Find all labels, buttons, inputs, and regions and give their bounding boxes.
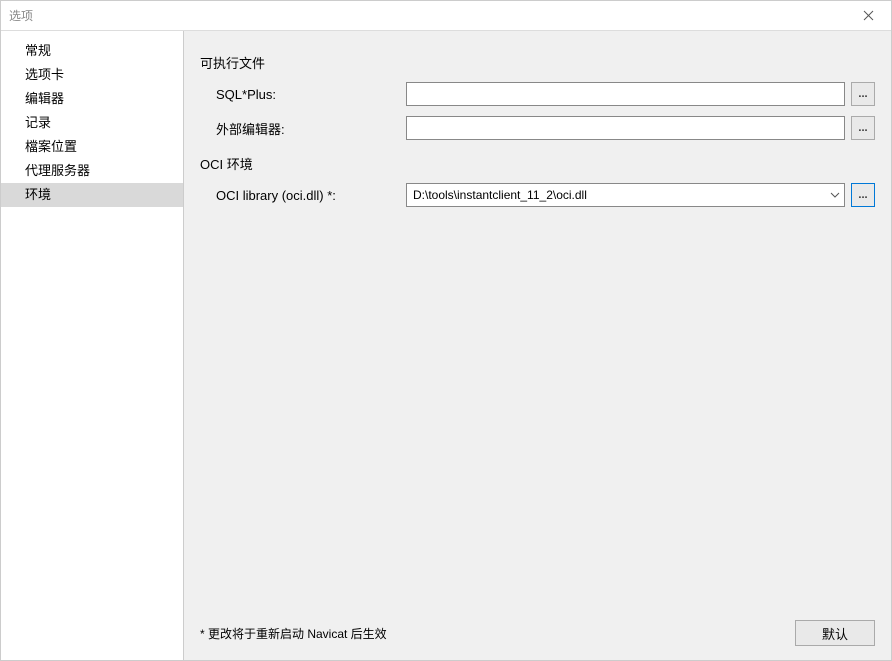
browse-sqlplus-button[interactable]: ... [851,82,875,106]
sidebar: 常规 选项卡 编辑器 记录 檔案位置 代理服务器 环境 [1,31,184,660]
label-oci-library: OCI library (oci.dll) *: [216,188,406,203]
label-external-editor: 外部编辑器: [216,119,406,138]
combo-oci-library-value: D:\tools\instantclient_11_2\oci.dll [413,188,587,202]
row-external-editor: 外部编辑器: ... [200,116,875,140]
content-panel: 可执行文件 SQL*Plus: ... 外部编辑器: ... OCI 环境 OC… [184,31,891,660]
input-external-editor[interactable] [406,116,845,140]
sidebar-item-records[interactable]: 记录 [1,111,183,135]
label-sqlplus: SQL*Plus: [216,87,406,102]
close-button[interactable] [853,6,883,26]
footer: * 更改将于重新启动 Navicat 后生效 默认 [200,610,875,648]
sidebar-item-proxy[interactable]: 代理服务器 [1,159,183,183]
sidebar-item-environment[interactable]: 环境 [1,183,183,207]
section-oci-header: OCI 环境 [200,154,875,173]
window-title: 选项 [9,7,33,24]
sidebar-item-editor[interactable]: 编辑器 [1,87,183,111]
default-button[interactable]: 默认 [795,620,875,646]
combo-oci-library[interactable]: D:\tools\instantclient_11_2\oci.dll [406,183,845,207]
dialog-body: 常规 选项卡 编辑器 记录 檔案位置 代理服务器 环境 可执行文件 SQL*Pl… [1,31,891,660]
chevron-down-icon [830,192,840,198]
row-sqlplus: SQL*Plus: ... [200,82,875,106]
sidebar-item-general[interactable]: 常规 [1,39,183,63]
input-sqlplus[interactable] [406,82,845,106]
sidebar-item-tabs[interactable]: 选项卡 [1,63,183,87]
row-oci-library: OCI library (oci.dll) *: D:\tools\instan… [200,183,875,207]
sidebar-item-file-location[interactable]: 檔案位置 [1,135,183,159]
close-icon [863,10,874,21]
options-dialog: 选项 常规 选项卡 编辑器 记录 檔案位置 代理服务器 环境 可执行文件 SQL… [0,0,892,661]
titlebar: 选项 [1,1,891,31]
footer-note: * 更改将于重新启动 Navicat 后生效 [200,625,387,642]
browse-external-editor-button[interactable]: ... [851,116,875,140]
section-executables-header: 可执行文件 [200,53,875,72]
browse-oci-library-button[interactable]: ... [851,183,875,207]
